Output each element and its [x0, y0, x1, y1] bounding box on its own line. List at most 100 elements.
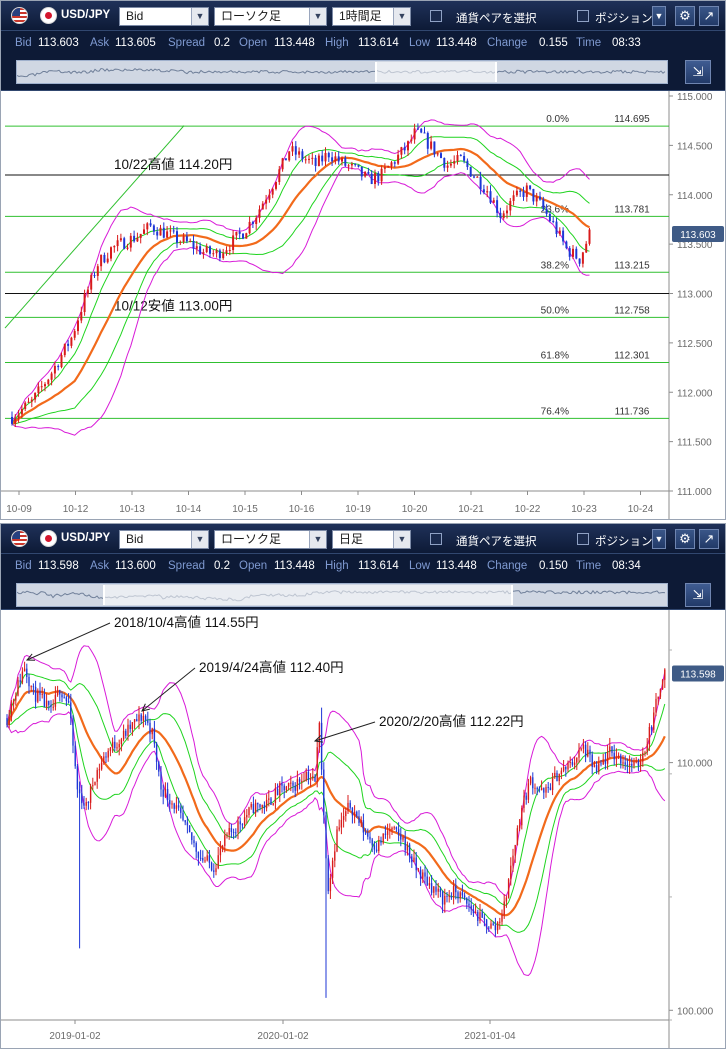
candle-body — [449, 163, 452, 166]
candle-body — [430, 883, 433, 893]
chevron-down-icon: ▼ — [309, 531, 326, 548]
candle-body — [195, 246, 198, 249]
candle-body — [588, 229, 591, 244]
hourly-candlestick-chart[interactable]: 115.000114.500114.000113.500113.000112.5… — [1, 91, 725, 519]
candle-body — [490, 923, 492, 929]
candle-body — [470, 905, 472, 910]
x-tick-label: 10-16 — [289, 504, 315, 515]
candle-body — [615, 756, 618, 760]
candle-body — [56, 690, 59, 695]
current-price-label: 113.603 — [680, 230, 716, 241]
position-dropdown-icon[interactable]: ▼ — [652, 529, 666, 549]
candle-body — [188, 825, 191, 833]
candle-body — [45, 700, 48, 708]
candle-body — [657, 696, 659, 699]
y-tick-label: 111.500 — [677, 438, 712, 449]
candle-body — [545, 208, 548, 214]
candle-body — [30, 399, 33, 402]
candle-body — [67, 343, 70, 346]
candle-body — [155, 743, 158, 762]
candle-body — [386, 831, 389, 835]
candle-body — [329, 877, 332, 892]
zoom-toggle-icon[interactable]: ⇲ — [685, 583, 711, 607]
candle-body — [122, 730, 125, 740]
candle-body — [562, 230, 565, 242]
candle-body — [209, 246, 211, 254]
price-type-select[interactable]: Bid ▼ — [119, 7, 209, 26]
candle-body — [281, 783, 283, 786]
position-label: ポジション — [595, 536, 653, 548]
position-checkbox[interactable] — [577, 533, 589, 545]
candle-body — [446, 165, 449, 168]
zoom-toggle-icon[interactable]: ⇲ — [685, 60, 711, 84]
candle-body — [499, 212, 502, 218]
candle-body — [303, 780, 305, 782]
change-value: 0.150 — [539, 560, 568, 572]
candle-body — [191, 832, 193, 841]
navigator-track[interactable] — [16, 60, 668, 84]
candle-body — [228, 828, 230, 835]
candle-body — [482, 189, 485, 193]
chart-type-select[interactable]: ローソク足 ▼ — [214, 530, 327, 549]
candle-body — [65, 697, 68, 702]
candle-body — [125, 730, 127, 736]
candle-body — [410, 139, 413, 142]
chevron-down-icon: ▼ — [393, 8, 410, 25]
navigator-handle[interactable] — [103, 585, 513, 605]
candle-body — [416, 128, 419, 130]
candle-body — [522, 191, 525, 197]
candle-body — [413, 857, 415, 863]
gear-icon[interactable]: ⚙ — [675, 6, 695, 26]
candle-body — [481, 912, 483, 918]
gear-icon[interactable]: ⚙ — [675, 529, 695, 549]
time-value: 08:34 — [612, 560, 641, 572]
candle-body — [503, 901, 505, 915]
pair-select-checkbox[interactable] — [430, 10, 442, 22]
candle-body — [307, 771, 310, 780]
candle-body — [298, 151, 301, 155]
candle-body — [156, 231, 159, 236]
candle-body — [119, 238, 122, 241]
position-checkbox[interactable] — [577, 10, 589, 22]
candle-body — [540, 788, 543, 791]
timeframe-select[interactable]: 日足 ▼ — [332, 530, 411, 549]
candle-body — [133, 719, 136, 723]
candle-body — [78, 789, 81, 794]
candle-body — [441, 891, 444, 905]
candle-body — [555, 221, 558, 234]
navigator-track[interactable] — [16, 583, 668, 607]
popout-icon[interactable]: ↗ — [699, 529, 719, 549]
price-type-select[interactable]: Bid ▼ — [119, 530, 209, 549]
candle-body — [215, 250, 218, 254]
candle-body — [86, 289, 89, 294]
pair-select-checkbox[interactable] — [430, 533, 442, 545]
candle-body — [469, 166, 472, 177]
candle-body — [32, 686, 35, 688]
candle-body — [43, 693, 46, 708]
candle-body — [70, 702, 72, 719]
candle-body — [505, 897, 508, 902]
candle-body — [61, 694, 63, 698]
candle-body — [580, 748, 582, 750]
y-tick-label: 115.000 — [677, 92, 713, 103]
chart-type-select[interactable]: ローソク足 ▼ — [214, 7, 327, 26]
position-dropdown-icon[interactable]: ▼ — [652, 6, 666, 26]
candle-body — [501, 914, 503, 922]
navigator-handle[interactable] — [375, 62, 497, 82]
candle-body — [50, 373, 53, 380]
y-tick-label: 113.000 — [677, 290, 713, 301]
candle-body — [334, 156, 337, 162]
candle-body — [162, 789, 164, 797]
daily-candlestick-chart[interactable]: 110.000 100.000 2019-01-02 2020-01-02 2021-0… — [1, 610, 725, 1048]
candle-body — [350, 163, 353, 166]
candle-body — [377, 173, 380, 182]
candle-body — [572, 248, 574, 257]
candle-body — [650, 726, 653, 730]
candle-body — [206, 855, 208, 861]
candle-body — [532, 777, 534, 789]
candle-body — [271, 188, 274, 195]
price-level-label: 10/12安値 113.00円 — [114, 299, 232, 314]
candle-body — [12, 700, 15, 705]
popout-icon[interactable]: ↗ — [699, 6, 719, 26]
timeframe-select[interactable]: 1時間足 ▼ — [332, 7, 411, 26]
